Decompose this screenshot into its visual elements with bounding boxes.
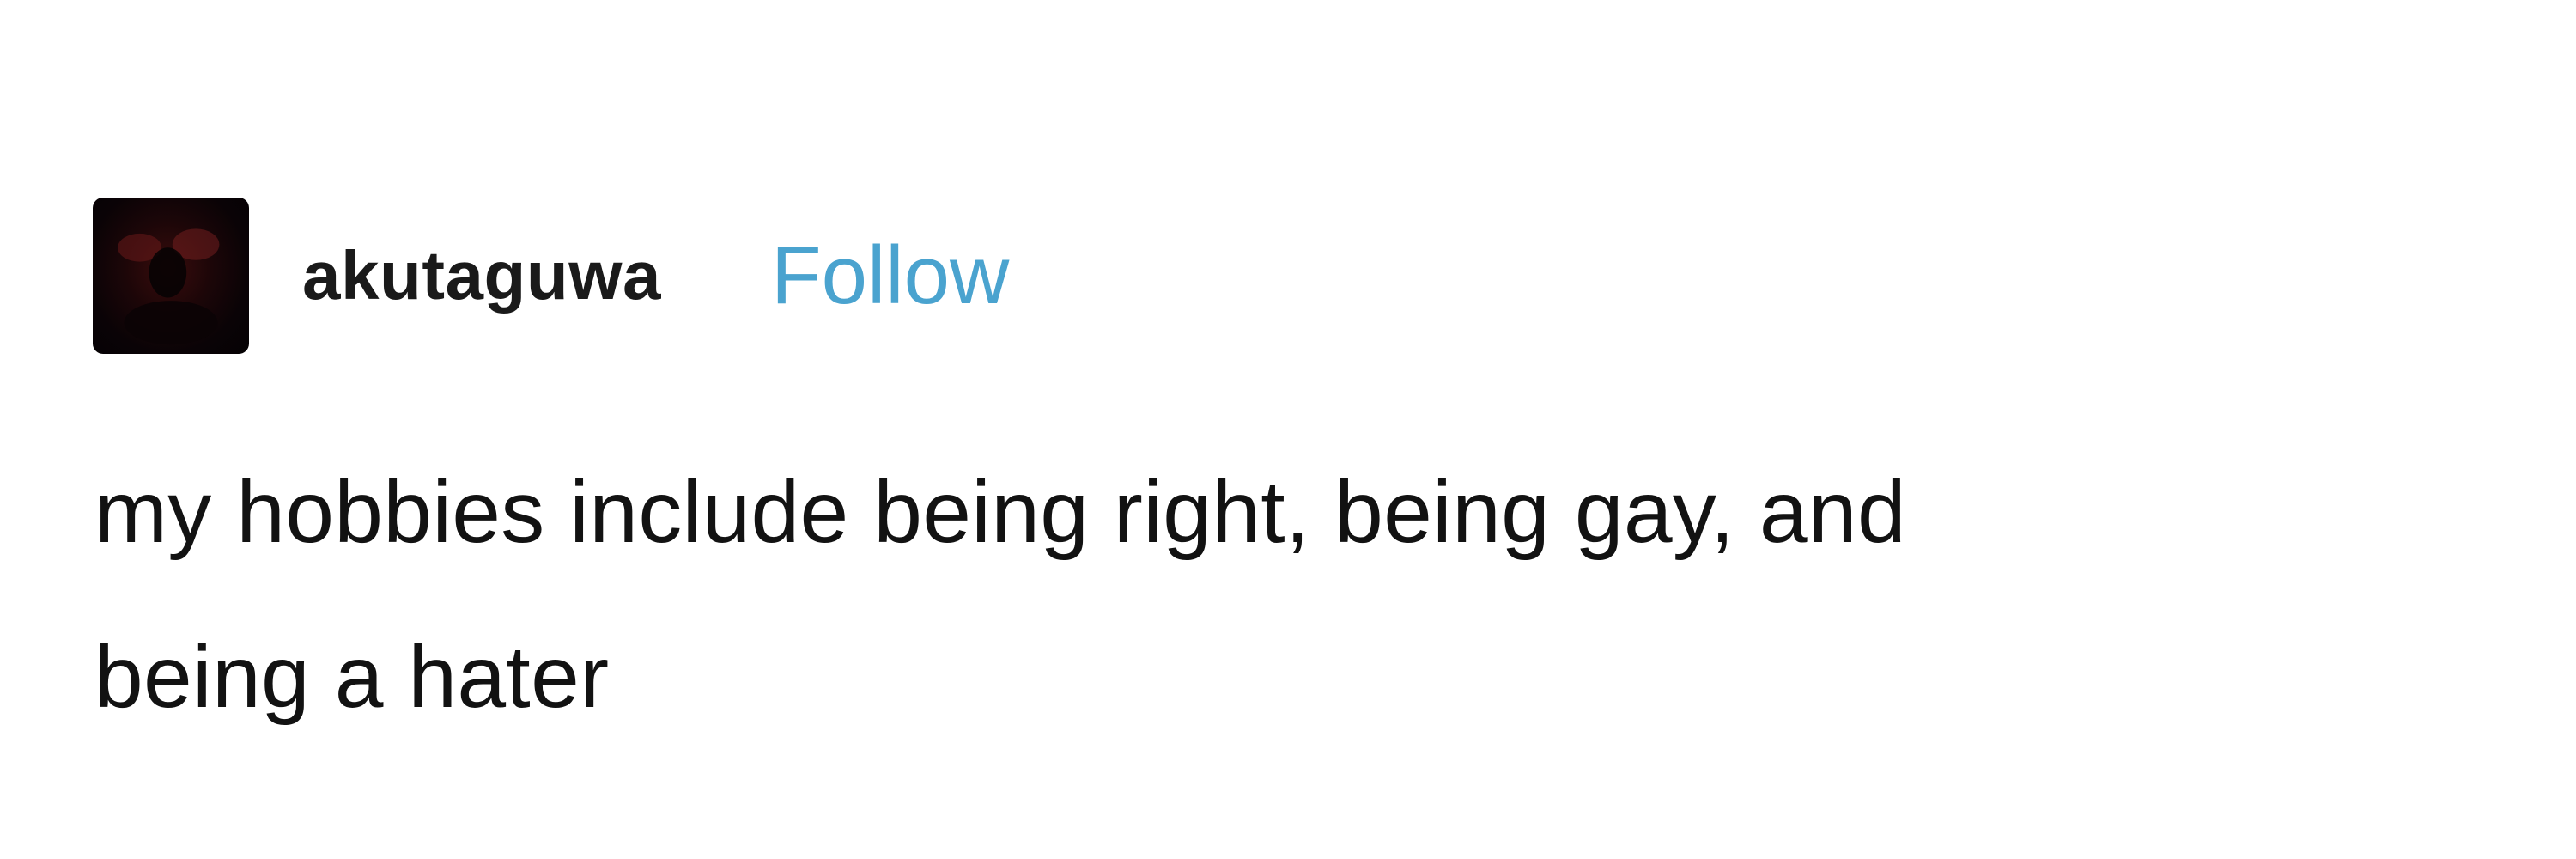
username-link[interactable]: akutaguwa xyxy=(302,241,661,310)
post-text-line: my hobbies include being right, being ga… xyxy=(94,463,1906,561)
avatar-image-icon xyxy=(118,228,220,345)
avatar[interactable] xyxy=(93,198,249,354)
post-card: akutaguwa Follow my hobbies include bein… xyxy=(0,0,2576,859)
post-body: my hobbies include being right, being ga… xyxy=(94,430,2499,759)
follow-button[interactable]: Follow xyxy=(771,235,1009,317)
post-header: akutaguwa Follow xyxy=(93,196,1009,356)
post-text-line: being a hater xyxy=(94,628,610,726)
